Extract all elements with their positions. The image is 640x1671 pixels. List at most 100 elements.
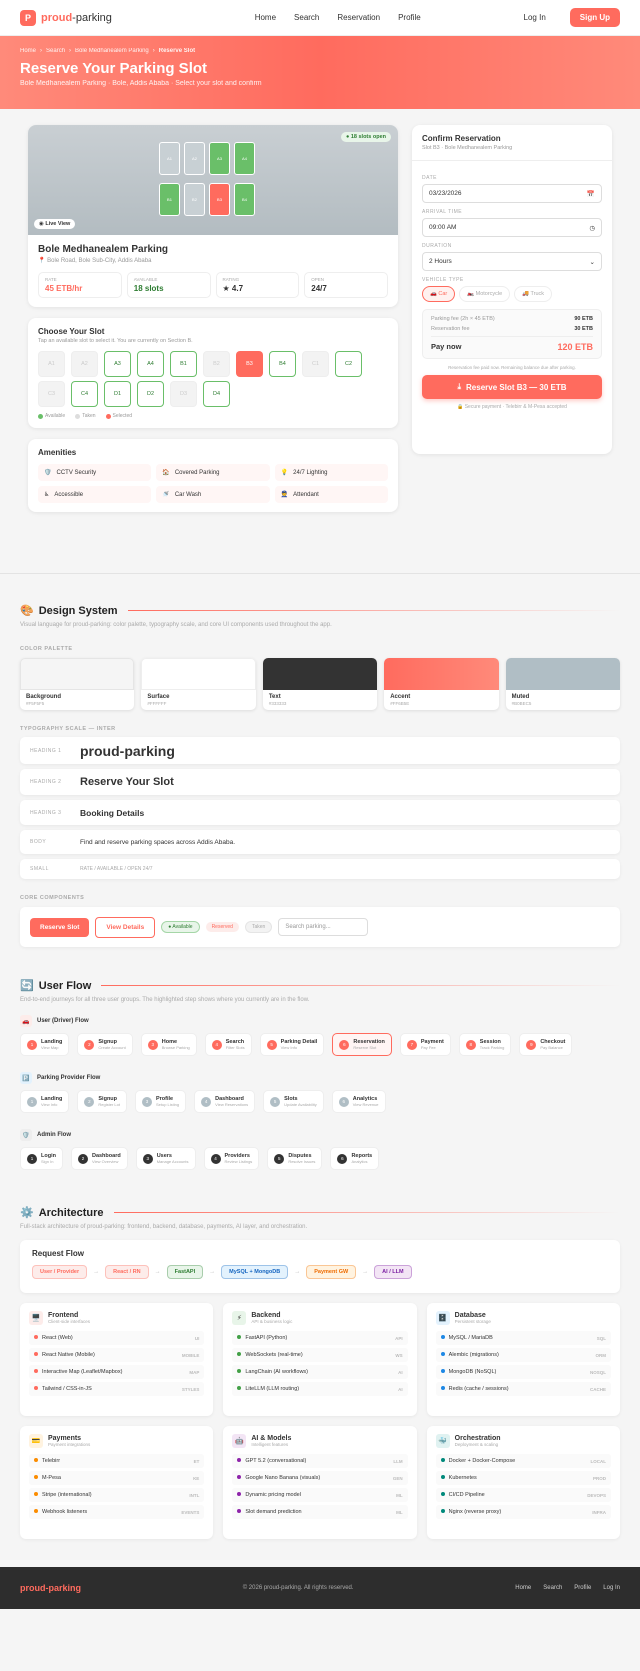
flow-step[interactable]: 3 Users Manage Accounts xyxy=(135,1147,196,1170)
slot[interactable]: D1 xyxy=(104,381,131,407)
amenity-label: Car Wash xyxy=(174,491,202,498)
flow-step[interactable]: 7 Payment Pay Fee xyxy=(399,1033,451,1056)
nav-link-profile[interactable]: Profile xyxy=(398,13,421,22)
slot[interactable]: B1 xyxy=(170,351,197,377)
step-number: 1 xyxy=(27,1096,37,1107)
logo-text[interactable]: proud-parking xyxy=(41,12,112,24)
flow-step[interactable]: 1 Landing View Info xyxy=(20,1090,70,1113)
live-view-badge[interactable]: ◉ Live View xyxy=(34,219,76,229)
slot[interactable]: C2 xyxy=(335,351,362,377)
date-input[interactable]: 03/23/2026 📅 xyxy=(422,184,602,203)
flow-step[interactable]: 6 Reservation Reserve Slot xyxy=(332,1033,392,1056)
flow-step[interactable]: 5 Disputes Resolve Issues xyxy=(267,1147,323,1170)
sample-search-input[interactable]: Search parking... xyxy=(278,918,369,936)
time-input[interactable]: 09:00 AM ◷ xyxy=(422,218,602,237)
flow-step[interactable]: 9 Checkout Pay Balance xyxy=(519,1033,573,1056)
duration-label: DURATION xyxy=(422,243,452,249)
footer-link-home[interactable]: Home xyxy=(515,1585,531,1591)
reserve-slot-button[interactable]: ⤓ Reserve Slot B3 — 30 ETB xyxy=(422,375,602,399)
amenities-title: Amenities xyxy=(38,448,77,457)
footer-link-login[interactable]: Log In xyxy=(603,1585,620,1591)
flow-step[interactable]: 4 Dashboard View Reservations xyxy=(194,1090,256,1113)
step-subtitle: Review Listings xyxy=(224,1159,253,1164)
flow-step[interactable]: 1 Landing View Map xyxy=(20,1033,70,1056)
tech-item: GPT 5.2 (conversational) LLM xyxy=(232,1454,408,1468)
flow-step[interactable]: 2 Signup Register Lot xyxy=(77,1090,127,1113)
step-number: 9 xyxy=(526,1039,537,1050)
footer-link-search[interactable]: Search xyxy=(543,1585,562,1591)
tech-item: Dynamic pricing model ML xyxy=(232,1488,408,1502)
tech-name: GPT 5.2 (conversational) xyxy=(245,1458,307,1464)
palette-icon: 🎨 xyxy=(20,605,34,617)
tech-item: Slot demand prediction ML xyxy=(232,1505,408,1519)
swatch-color xyxy=(141,658,256,690)
tech-item: Redis (cache / sessions) CACHE xyxy=(435,1382,611,1396)
tech-tag: SQL xyxy=(596,1335,606,1341)
flow-step[interactable]: 4 Search Filter Slots xyxy=(204,1033,252,1056)
nav-link-home[interactable]: Home xyxy=(255,13,276,22)
swatch-hex: #FF6B5E xyxy=(390,701,410,706)
tech-item: Kubernetes PROD xyxy=(435,1471,611,1485)
nav-link-reservation[interactable]: Reservation xyxy=(337,13,380,22)
flow-step[interactable]: 5 Slots Update Availability xyxy=(263,1090,324,1113)
login-link[interactable]: Log In xyxy=(524,13,546,22)
slot[interactable]: A4 xyxy=(137,351,164,377)
color-swatch: Muted #B0BEC5 xyxy=(505,658,621,710)
step-number: 6 xyxy=(337,1153,348,1164)
signup-button[interactable]: Sign Up xyxy=(569,8,620,27)
swatch-name: Surface xyxy=(147,694,170,700)
architecture-card-title: Database xyxy=(454,1312,486,1319)
logo-icon[interactable]: P xyxy=(20,9,36,26)
slot[interactable]: D2 xyxy=(137,381,164,407)
duration-select[interactable]: 2 Hours ⌄ xyxy=(422,252,602,271)
slot[interactable]: B4 xyxy=(269,351,296,377)
tech-tag: UI xyxy=(194,1335,200,1341)
flow-step[interactable]: 5 Parking Detail View Info xyxy=(259,1033,325,1056)
step-number: 7 xyxy=(406,1039,417,1050)
architecture-card: 🗄️ Database Persistent storage MySQL / Mari… xyxy=(426,1303,620,1416)
architecture-card-subtitle: Intelligent features xyxy=(251,1442,289,1447)
stat-available: AVAILABLE 18 slots xyxy=(126,272,211,298)
slot: C1 xyxy=(302,351,329,377)
architecture-card-title: AI & Models xyxy=(251,1435,292,1442)
breadcrumb-lot[interactable]: Bole Medhanealem Parking xyxy=(75,48,149,54)
architecture-card-title: Orchestration xyxy=(454,1435,501,1442)
flow-step[interactable]: 3 Home Browse Parking xyxy=(140,1033,197,1056)
clock-icon: ◷ xyxy=(589,224,595,232)
vehicle-type-label: VEHICLE TYPE xyxy=(422,277,464,283)
tech-tag: MAP xyxy=(189,1369,200,1375)
slot[interactable]: C4 xyxy=(71,381,98,407)
vehicle-motorcycle-option[interactable]: 🏍️ Motorcycle xyxy=(459,286,511,302)
swatch-color xyxy=(505,658,621,690)
flow-step[interactable]: 2 Signup Create Account xyxy=(77,1033,133,1056)
flow-step[interactable]: 6 Reports Analytics xyxy=(330,1147,380,1170)
step-number: 4 xyxy=(211,1039,222,1050)
footer-link-profile[interactable]: Profile xyxy=(574,1585,591,1591)
vehicle-car-option[interactable]: 🚗 Car xyxy=(422,286,456,302)
slot-selected[interactable]: B3 xyxy=(236,351,263,377)
breadcrumb-home[interactable]: Home xyxy=(20,48,36,54)
tech-tag: AI xyxy=(398,1369,403,1375)
tech-tag: AI xyxy=(398,1386,403,1392)
slot[interactable]: D4 xyxy=(203,381,230,407)
tech-tag: API xyxy=(395,1335,403,1341)
vehicle-truck-option[interactable]: 🚚 Truck xyxy=(514,286,553,302)
footer: proud-parking © 2026 proud-parking. All … xyxy=(0,1567,640,1609)
footer-logo[interactable]: proud-parking xyxy=(20,1583,81,1593)
flow-step[interactable]: 4 Providers Review Listings xyxy=(203,1147,260,1170)
flow-step[interactable]: 1 Login Sign In xyxy=(20,1147,63,1170)
nav-link-search[interactable]: Search xyxy=(294,13,319,22)
tech-item: Nginx (reverse proxy) INFRA xyxy=(435,1505,611,1519)
architecture-card: 🐳 Orchestration Deployment & scaling Docker… xyxy=(426,1426,620,1539)
sample-secondary-button[interactable]: View Details xyxy=(95,916,156,938)
flow-step[interactable]: 8 Session Track Parking xyxy=(458,1033,512,1056)
sample-primary-button[interactable]: Reserve Slot xyxy=(30,917,90,937)
flow-step[interactable]: 6 Analytics View Revenue xyxy=(331,1090,386,1113)
breadcrumb-current: Reserve Slot xyxy=(158,48,196,54)
flow-step[interactable]: 2 Dashboard View Overview xyxy=(70,1147,128,1170)
slot[interactable]: A3 xyxy=(104,351,131,377)
tech-tag: MOBILE xyxy=(181,1352,200,1358)
flow-step[interactable]: 3 Profile Setup Listing xyxy=(134,1090,187,1113)
breadcrumb-search[interactable]: Search xyxy=(46,48,65,54)
architecture-icon: ⚡ xyxy=(232,1311,247,1325)
